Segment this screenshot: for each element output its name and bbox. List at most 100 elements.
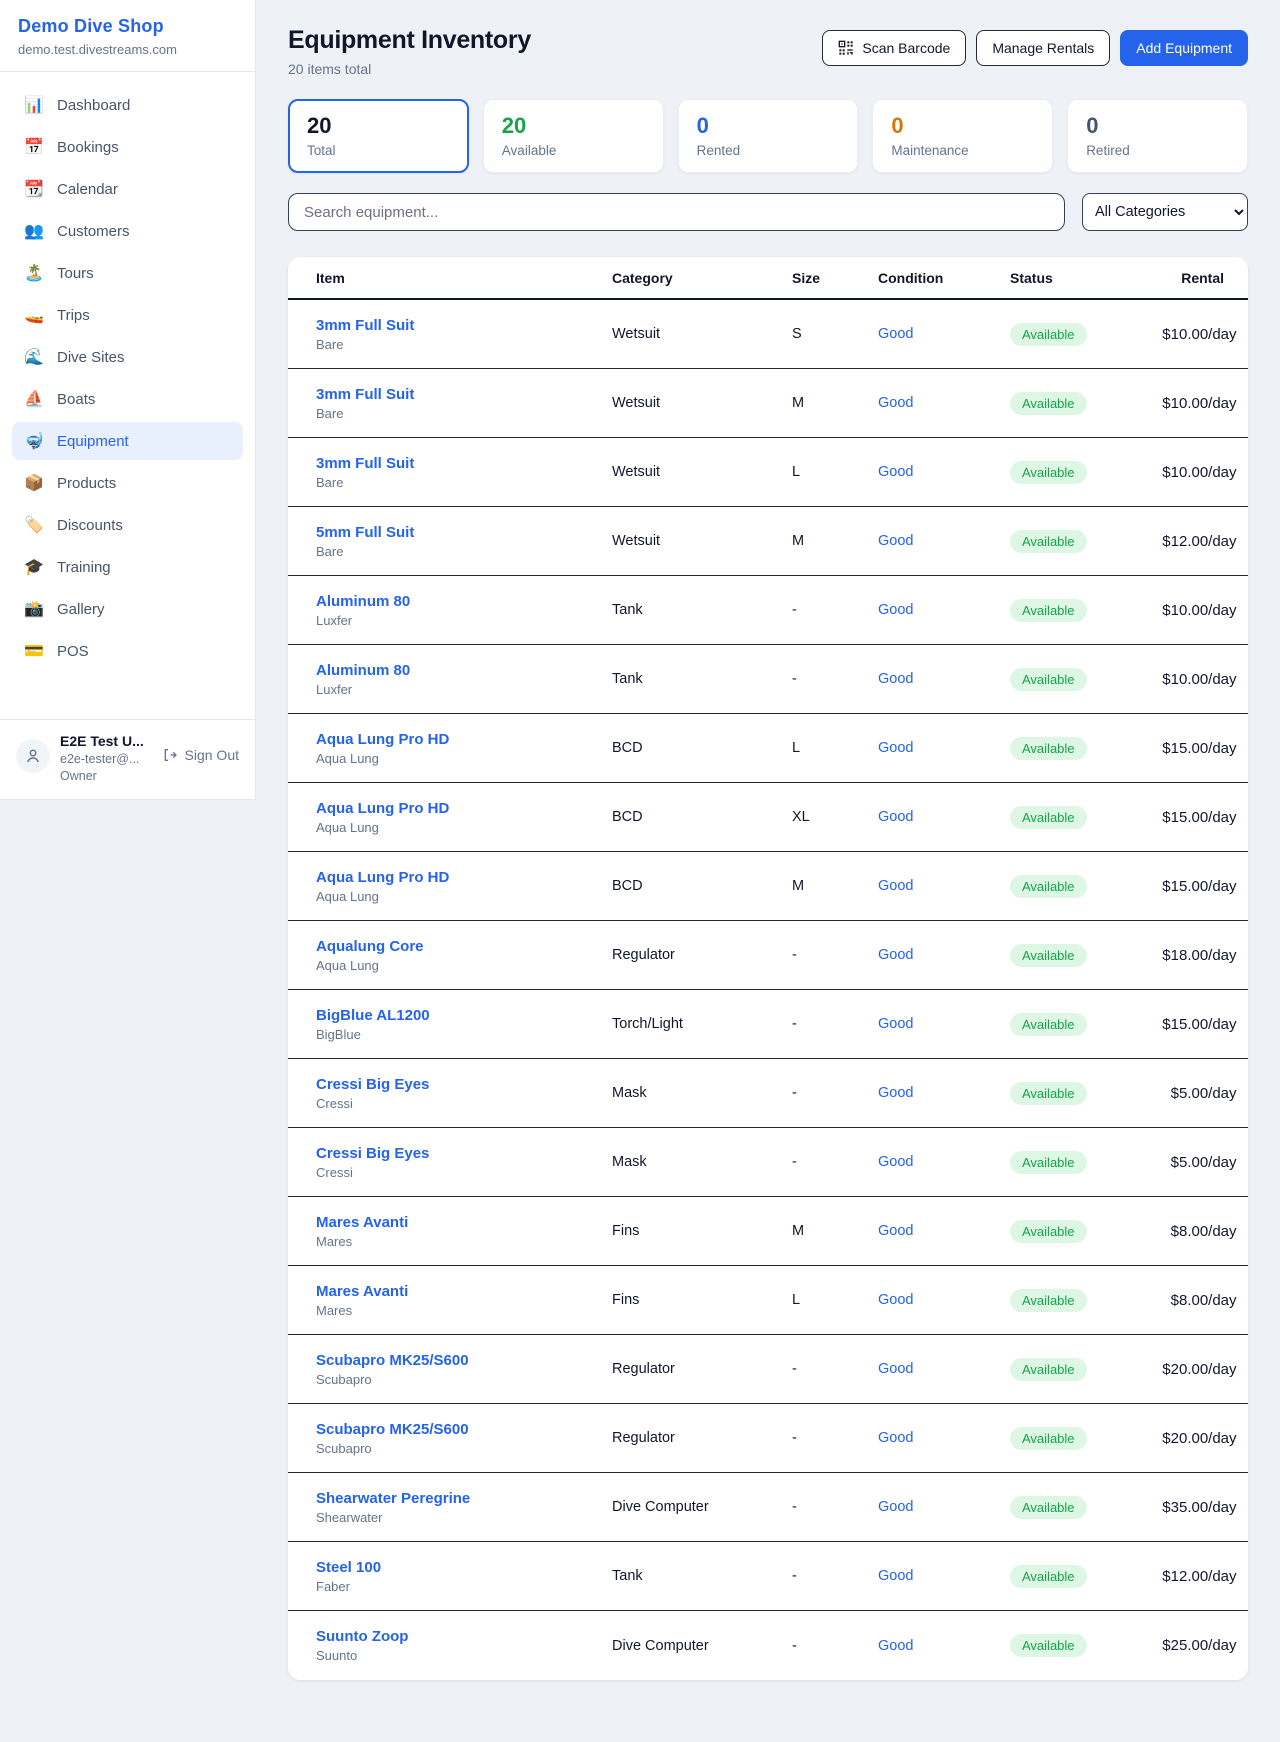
item-cell: Aluminum 80Luxfer [316, 593, 612, 628]
sidebar-item-training[interactable]: 🎓Training [12, 548, 243, 586]
item-cell: 5mm Full Suit Bare [316, 524, 612, 559]
item-name-link[interactable]: 5mm Full Suit [316, 524, 612, 541]
item-condition-link[interactable]: Good [878, 809, 1010, 825]
item-status-cell: Available [1010, 806, 1087, 829]
item-name-link[interactable]: Aqua Lung Pro HD [316, 800, 612, 817]
item-condition-link[interactable]: Good [878, 947, 1010, 963]
sidebar-item-label: Dashboard [57, 97, 130, 114]
item-condition-link[interactable]: Good [878, 878, 1010, 894]
status-badge: Available [1010, 806, 1087, 829]
stat-card-rented[interactable]: 0Rented [678, 99, 859, 173]
page-header: Equipment Inventory 20 items total Scan … [288, 26, 1248, 77]
item-name-link[interactable]: Aluminum 80 [316, 662, 612, 679]
item-name-link[interactable]: Cressi Big Eyes [316, 1145, 612, 1162]
sidebar-item-tours[interactable]: 🏝️Tours [12, 254, 243, 292]
sidebar-item-equipment[interactable]: 🤿Equipment [12, 422, 243, 460]
item-name-link[interactable]: 3mm Full Suit [316, 386, 612, 403]
item-condition-link[interactable]: Good [878, 1154, 1010, 1170]
add-equipment-button[interactable]: Add Equipment [1120, 30, 1248, 66]
sidebar-item-dive-sites[interactable]: 🌊Dive Sites [12, 338, 243, 376]
item-status-cell: Available [1010, 599, 1087, 622]
calendar-icon: 📆 [24, 179, 44, 199]
item-condition-link[interactable]: Good [878, 1499, 1010, 1515]
item-cell: 3mm Full SuitBare [316, 317, 612, 352]
sidebar-item-customers[interactable]: 👥Customers [12, 212, 243, 250]
item-rental-cell: $15.00/day [1087, 809, 1237, 826]
status-badge: Available [1010, 1634, 1087, 1657]
rental-price: $15.00/day [1162, 809, 1236, 826]
item-cell: 3mm Full SuitBare [316, 386, 612, 421]
item-rental-cell: $12.00/day [1087, 1568, 1237, 1585]
scan-barcode-label: Scan Barcode [862, 40, 950, 56]
item-condition-link[interactable]: Good [878, 1085, 1010, 1101]
item-status-cell: Available [1010, 1427, 1087, 1450]
item-name-link[interactable]: Mares Avanti [316, 1214, 612, 1231]
search-input[interactable] [288, 193, 1065, 231]
stat-card-retired[interactable]: 0Retired [1067, 99, 1248, 173]
category-select[interactable]: All Categories [1082, 193, 1248, 231]
item-condition-link[interactable]: Good [878, 1430, 1010, 1446]
stat-card-total[interactable]: 20Total [288, 99, 469, 173]
status-badge: Available [1010, 599, 1087, 622]
item-name-link[interactable]: Steel 100 [316, 1559, 612, 1576]
sidebar-item-calendar[interactable]: 📆Calendar [12, 170, 243, 208]
table-row: Shearwater PeregrineShearwaterDive Compu… [288, 1473, 1248, 1542]
item-condition-link[interactable]: Good [878, 1016, 1010, 1032]
item-name-link[interactable]: Shearwater Peregrine [316, 1490, 612, 1507]
item-condition-link[interactable]: Good [878, 1568, 1010, 1584]
item-status-cell: Available [1010, 1082, 1087, 1105]
item-condition-link[interactable]: Good [878, 533, 1010, 549]
sidebar-item-dashboard[interactable]: 📊Dashboard [12, 86, 243, 124]
stat-label: Total [307, 143, 450, 158]
item-brand: Aqua Lung [316, 820, 612, 835]
item-name-link[interactable]: Suunto Zoop [316, 1628, 612, 1645]
table-row: BigBlue AL1200BigBlueTorch/Light-GoodAva… [288, 990, 1248, 1059]
item-name-link[interactable]: BigBlue AL1200 [316, 1007, 612, 1024]
manage-rentals-button[interactable]: Manage Rentals [976, 30, 1110, 66]
sidebar-item-discounts[interactable]: 🏷️Discounts [12, 506, 243, 544]
item-name-link[interactable]: Aqua Lung Pro HD [316, 731, 612, 748]
item-name-link[interactable]: Mares Avanti [316, 1283, 612, 1300]
item-status-cell: Available [1010, 1358, 1087, 1381]
item-category: Wetsuit [612, 533, 792, 549]
item-name-link[interactable]: Scubapro MK25/S600 [316, 1421, 612, 1438]
item-condition-link[interactable]: Good [878, 1223, 1010, 1239]
item-name-link[interactable]: Aqualung Core [316, 938, 612, 955]
stat-label: Rented [697, 143, 840, 158]
item-condition-link[interactable]: Good [878, 1638, 1010, 1654]
item-condition-link[interactable]: Good [878, 740, 1010, 756]
pos-icon: 💳 [24, 641, 44, 661]
brand-name[interactable]: Demo Dive Shop [18, 16, 237, 37]
item-name-link[interactable]: Aqua Lung Pro HD [316, 869, 612, 886]
item-name-link[interactable]: Aluminum 80 [316, 593, 612, 610]
stat-card-maintenance[interactable]: 0Maintenance [872, 99, 1053, 173]
item-rental-cell: $15.00/day [1087, 878, 1237, 895]
item-brand: Bare [316, 544, 612, 559]
sidebar-item-pos[interactable]: 💳POS [12, 632, 243, 670]
sidebar-item-products[interactable]: 📦Products [12, 464, 243, 502]
item-condition-link[interactable]: Good [878, 464, 1010, 480]
item-condition-link[interactable]: Good [878, 1292, 1010, 1308]
sidebar-item-boats[interactable]: ⛵Boats [12, 380, 243, 418]
item-name-link[interactable]: Scubapro MK25/S600 [316, 1352, 612, 1369]
column-header-condition: Condition [878, 270, 1010, 286]
item-name-link[interactable]: Cressi Big Eyes [316, 1076, 612, 1093]
sidebar-item-label: Discounts [57, 517, 123, 534]
item-name-link[interactable]: 3mm Full Suit [316, 317, 612, 334]
sidebar-item-trips[interactable]: 🚤Trips [12, 296, 243, 334]
avatar [16, 739, 50, 773]
item-category: Wetsuit [612, 395, 792, 411]
item-condition-link[interactable]: Good [878, 326, 1010, 342]
sidebar-item-bookings[interactable]: 📅Bookings [12, 128, 243, 166]
sign-out-button[interactable]: Sign Out [162, 747, 239, 763]
stat-card-available[interactable]: 20Available [483, 99, 664, 173]
item-condition-link[interactable]: Good [878, 1361, 1010, 1377]
sidebar-item-label: Gallery [57, 601, 105, 618]
scan-barcode-button[interactable]: Scan Barcode [822, 30, 966, 66]
item-condition-link[interactable]: Good [878, 395, 1010, 411]
item-condition-link[interactable]: Good [878, 602, 1010, 618]
sidebar-item-gallery[interactable]: 📸Gallery [12, 590, 243, 628]
item-name-link[interactable]: 3mm Full Suit [316, 455, 612, 472]
status-badge: Available [1010, 1013, 1087, 1036]
item-condition-link[interactable]: Good [878, 671, 1010, 687]
